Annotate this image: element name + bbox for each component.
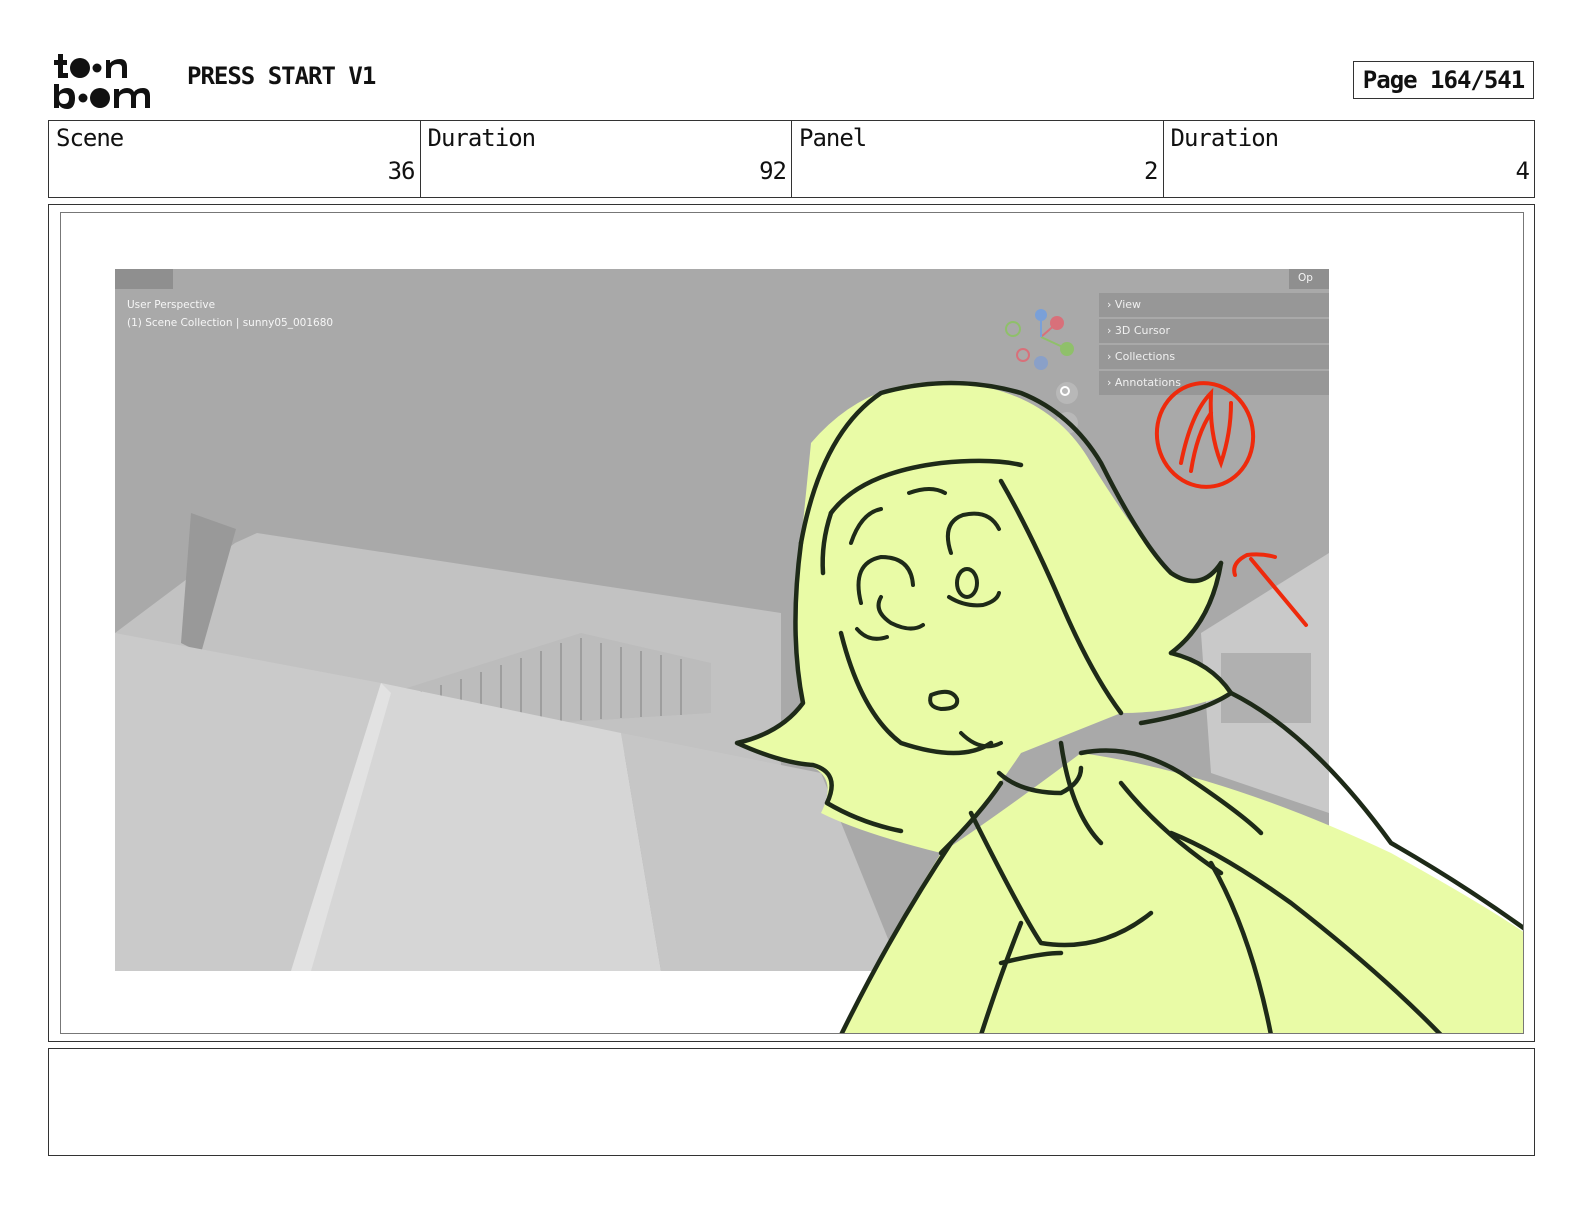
scene-duration-label: Duration xyxy=(427,124,537,152)
sidebar-item-collections: › Collections xyxy=(1107,350,1176,363)
panel-image: User Perspective (1) Scene Collection | … xyxy=(60,212,1524,1034)
viewport-toolbar xyxy=(115,269,173,289)
sidebar-item-view: › View xyxy=(1107,298,1142,311)
sidebar-item-label: 3D Cursor xyxy=(1114,324,1171,337)
panel-duration-value: 4 xyxy=(1515,157,1530,185)
zoom-icon xyxy=(1056,382,1078,404)
sidebar-item-label: Annotations xyxy=(1114,376,1181,389)
sidebar-item-label: Collections xyxy=(1114,350,1176,363)
toon-boom-logo xyxy=(52,50,164,112)
sidebar-item-label: View xyxy=(1114,298,1142,311)
panel-cell: Panel 2 xyxy=(792,121,1164,197)
panel-duration-cell: Duration 4 xyxy=(1164,121,1535,197)
storyboard-drawing xyxy=(115,269,1523,1033)
viewport-collection-label: (1) Scene Collection | sunny05_001680 xyxy=(127,317,334,329)
page-number: Page 164/541 xyxy=(1353,61,1534,99)
viewport-options-label: Op xyxy=(1298,272,1313,284)
info-table: Scene 36 Duration 92 Panel 2 Duration 4 xyxy=(48,120,1535,198)
project-title: PRESS START V1 xyxy=(187,62,376,90)
sidebar-item-3d-cursor: › 3D Cursor xyxy=(1107,324,1171,337)
scene-duration-cell: Duration 92 xyxy=(421,121,792,197)
panel-duration-label: Duration xyxy=(1170,124,1280,152)
viewport-perspective-label: User Perspective xyxy=(127,299,216,311)
scene-label: Scene xyxy=(56,124,124,152)
panel-notes xyxy=(48,1048,1535,1156)
scene-cell: Scene 36 xyxy=(49,121,421,197)
scene-value: 36 xyxy=(387,157,416,185)
panel-label: Panel xyxy=(799,124,867,152)
sidebar-item-annotations: › Annotations xyxy=(1107,376,1181,389)
panel-value: 2 xyxy=(1144,157,1158,185)
scene-duration-value: 92 xyxy=(759,157,787,185)
